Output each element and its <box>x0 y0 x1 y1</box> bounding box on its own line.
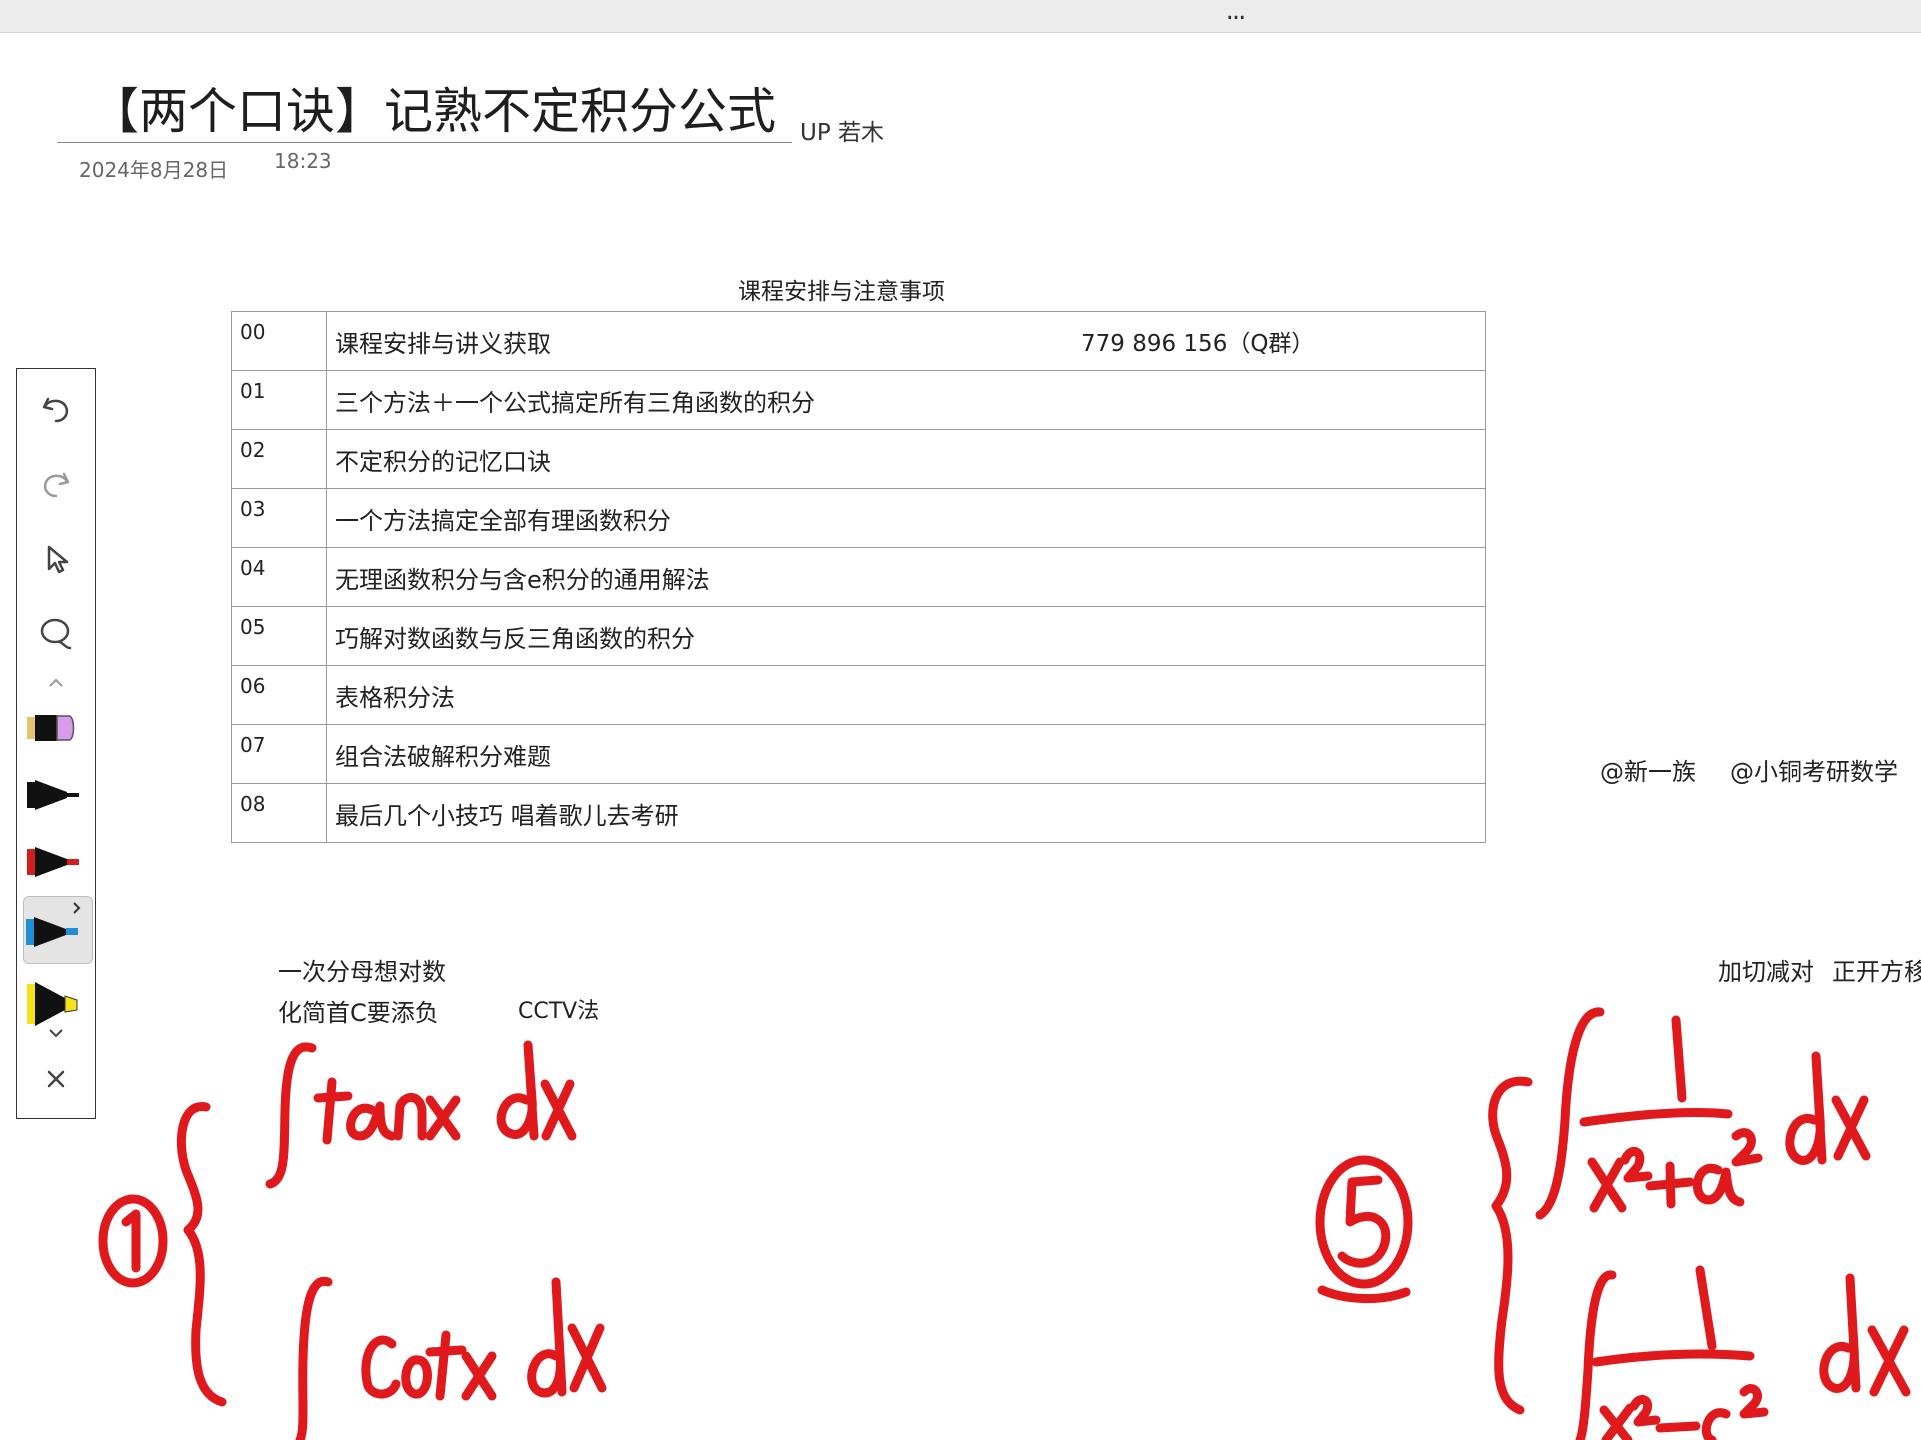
black-pen-icon <box>27 780 79 810</box>
left-brace-ink <box>176 1102 227 1407</box>
integral-x2-minus-a2-ink <box>1575 1265 1911 1440</box>
circled-five-ink <box>1315 1155 1413 1303</box>
blue-pen-icon <box>26 902 81 947</box>
black-pen-tool[interactable] <box>23 766 91 822</box>
integral-cotx-ink <box>295 1276 607 1440</box>
red-pen-icon <box>27 847 79 877</box>
integral-x2-plus-a2-ink <box>1535 1007 1871 1220</box>
undo-icon[interactable] <box>31 384 81 434</box>
red-pen-tool[interactable] <box>23 833 91 889</box>
integral-tanx-ink <box>265 1040 577 1189</box>
eraser-icon <box>27 715 75 741</box>
lasso-icon[interactable] <box>31 609 81 659</box>
right-brace-ink <box>1488 1076 1533 1415</box>
handwriting-ink <box>98 1007 1911 1440</box>
eraser-pen-tool[interactable] <box>23 699 91 755</box>
redo-icon[interactable] <box>31 459 81 509</box>
yellow-highlighter-tool[interactable] <box>23 972 91 1032</box>
scroll-down-chevron-icon[interactable] <box>44 1025 68 1041</box>
highlighter-icon <box>27 982 78 1026</box>
select-pointer-icon[interactable] <box>31 534 81 584</box>
circled-one-ink <box>98 1194 168 1288</box>
drawing-toolbar <box>16 368 96 1119</box>
blue-pen-tool[interactable] <box>23 896 93 964</box>
scroll-up-chevron-icon[interactable] <box>44 675 68 691</box>
close-icon[interactable] <box>31 1054 81 1104</box>
